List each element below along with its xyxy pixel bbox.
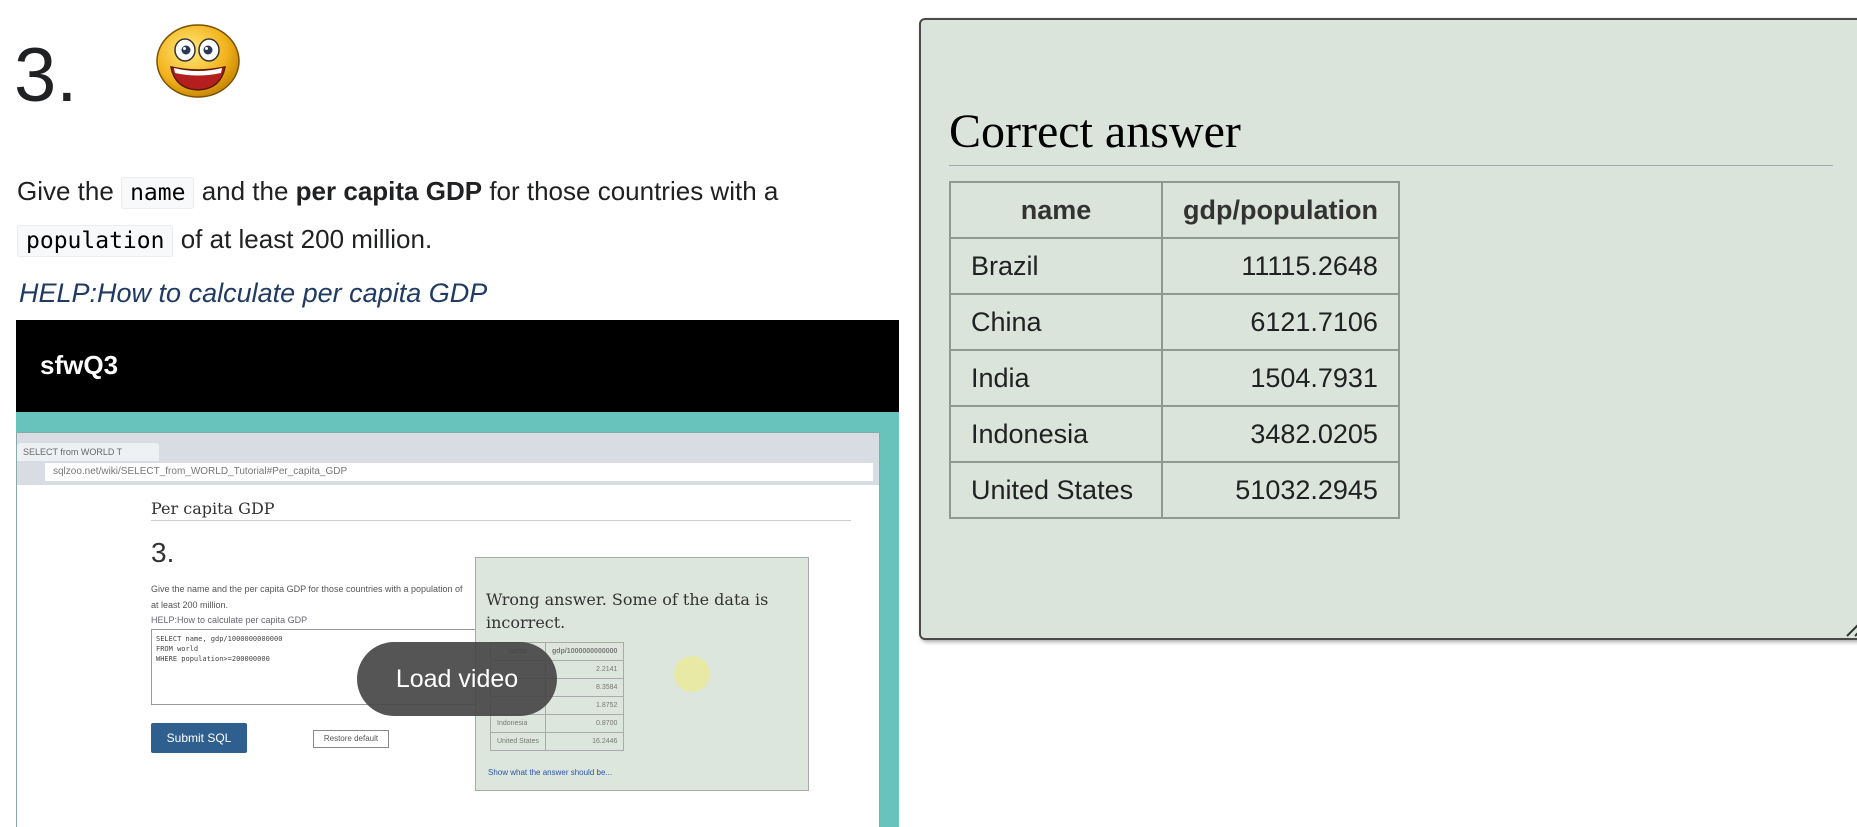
answer-heading: Correct answer xyxy=(949,104,1833,166)
video-thumbnail: SELECT from WORLD T sqlzoo.net/wiki/SELE… xyxy=(16,432,880,827)
video-title-bar: sfwQ3 xyxy=(16,320,899,412)
column-population-code: population xyxy=(17,225,174,257)
thumbnail-show-answer-link: Show what the answer should be... xyxy=(488,768,613,777)
thumbnail-cell: Indonesia xyxy=(489,714,547,733)
thumbnail-result-title: Wrong answer. Some of the data is incorr… xyxy=(486,590,769,632)
thumbnail-cell: 0.8700 xyxy=(545,714,625,733)
column-name-code: name xyxy=(121,177,195,209)
question-number: 3. xyxy=(14,33,78,118)
country-name-cell: China xyxy=(949,293,1163,351)
question-prompt: Give the name and the per capita GDP for… xyxy=(17,168,897,264)
gdp-value-cell: 6121.7106 xyxy=(1161,293,1400,351)
smiley-face-icon xyxy=(156,24,240,98)
correct-answer-panel: Correct answer name gdp/population Brazi… xyxy=(919,18,1857,640)
video-player[interactable]: sfwQ3 SELECT from WORLD T sqlzoo.net/wik… xyxy=(16,320,899,827)
country-name-cell: United States xyxy=(949,461,1163,519)
prompt-text: for those countries with a xyxy=(489,176,779,206)
country-name-cell: India xyxy=(949,349,1163,407)
prompt-emphasis: per capita GDP xyxy=(295,176,483,206)
country-name-cell: Indonesia xyxy=(949,405,1163,463)
resize-grip-icon[interactable] xyxy=(1841,608,1857,638)
gdp-value-cell: 1504.7931 xyxy=(1161,349,1400,407)
thumbnail-cell: United States xyxy=(489,732,547,751)
thumbnail-prompt: Give the name and the per capita GDP for… xyxy=(151,584,463,610)
browser-tab: SELECT from WORLD T xyxy=(17,443,159,461)
thumbnail-restore-button: Restore default xyxy=(313,730,389,748)
prompt-text: Give the xyxy=(17,176,114,206)
cursor-highlight xyxy=(674,656,710,692)
thumbnail-col-header: gdp/1000000000000 xyxy=(545,642,625,661)
column-header-gdp: gdp/population xyxy=(1161,181,1400,239)
table-row: Indonesia 3482.0205 xyxy=(949,405,1400,463)
load-video-button[interactable]: Load video xyxy=(357,642,557,716)
thumbnail-number: 3. xyxy=(151,537,175,568)
gdp-value-cell: 3482.0205 xyxy=(1161,405,1400,463)
browser-chrome: SELECT from WORLD T sqlzoo.net/wiki/SELE… xyxy=(17,433,879,485)
thumbnail-heading: Per capita GDP xyxy=(151,499,851,521)
column-header-name: name xyxy=(949,181,1163,239)
gdp-value-cell: 11115.2648 xyxy=(1161,237,1400,295)
thumbnail-cell: 2.2141 xyxy=(545,660,625,679)
answer-table: name gdp/population Brazil 11115.2648 Ch… xyxy=(949,181,1400,519)
prompt-text: and the xyxy=(201,176,289,206)
help-link[interactable]: HELP:How to calculate per capita GDP xyxy=(19,278,487,309)
video-title: sfwQ3 xyxy=(40,350,119,380)
thumbnail-cell: 16.2446 xyxy=(545,732,625,751)
prompt-text: of at least 200 million. xyxy=(180,224,433,254)
table-row: United States 51032.2945 xyxy=(949,461,1400,519)
table-row: Brazil 11115.2648 xyxy=(949,237,1400,295)
browser-url: sqlzoo.net/wiki/SELECT_from_WORLD_Tutori… xyxy=(45,463,873,481)
table-row: China 6121.7106 xyxy=(949,293,1400,351)
thumbnail-help: HELP:How to calculate per capita GDP xyxy=(151,615,308,625)
table-row: India 1504.7931 xyxy=(949,349,1400,407)
thumbnail-cell: 1.8752 xyxy=(545,696,625,715)
thumbnail-cell: 8.3584 xyxy=(545,678,625,697)
thumbnail-submit-button: Submit SQL xyxy=(151,723,247,753)
gdp-value-cell: 51032.2945 xyxy=(1161,461,1400,519)
country-name-cell: Brazil xyxy=(949,237,1163,295)
